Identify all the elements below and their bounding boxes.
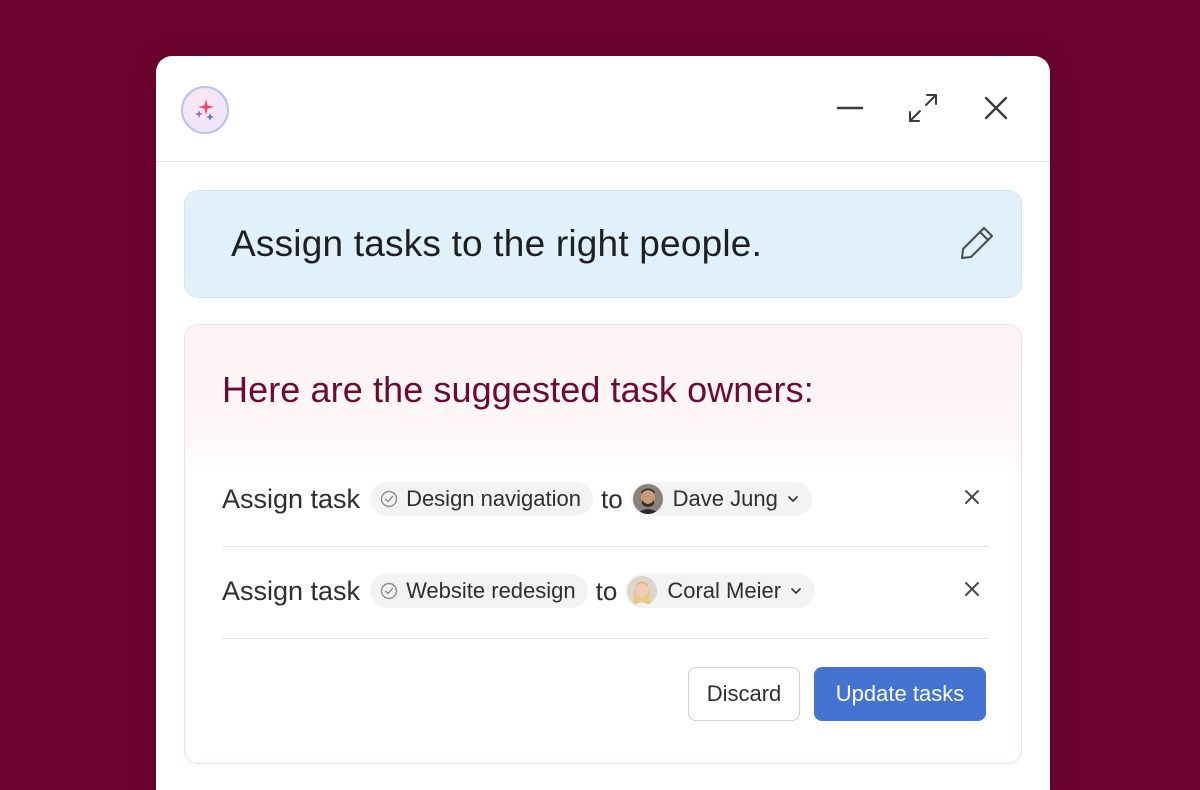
assignee-dropdown[interactable]: Coral Meier (625, 574, 816, 608)
to-label: to (600, 483, 623, 514)
suggestions-heading: Here are the suggested task owners: (222, 369, 814, 410)
task-chip[interactable]: Website redesign (370, 574, 588, 608)
discard-button[interactable]: Discard (688, 667, 800, 721)
chevron-down-icon (789, 584, 803, 598)
close-button[interactable] (976, 90, 1016, 130)
pencil-icon (957, 223, 997, 268)
task-name: Design navigation (406, 486, 581, 511)
avatar (627, 576, 658, 606)
assignment-row: Assign task Design navigation to Dave Ju… (222, 455, 988, 547)
minimize-button[interactable] (830, 90, 870, 130)
close-icon (981, 93, 1011, 128)
task-name: Website redesign (406, 578, 576, 603)
assignee-dropdown[interactable]: Dave Jung (630, 482, 812, 516)
to-label: to (595, 575, 618, 606)
expand-icon (906, 91, 940, 130)
task-chip[interactable]: Design navigation (370, 482, 593, 516)
sparkles-icon (181, 86, 229, 134)
suggestions-card: Here are the suggested task owners: Assi… (184, 324, 1022, 764)
prompt-text: Assign tasks to the right people. (231, 223, 763, 264)
update-tasks-button[interactable]: Update tasks (814, 667, 986, 721)
assignment-row: Assign task Website redesign to Coral Me… (222, 547, 988, 639)
check-circle-icon (380, 490, 398, 508)
assignee-name: Dave Jung (672, 486, 778, 511)
remove-suggestion-button[interactable] (956, 483, 988, 515)
assign-task-label: Assign task (222, 575, 361, 606)
close-icon (963, 488, 981, 511)
assignee-name: Coral Meier (667, 578, 782, 603)
expand-button[interactable] (903, 90, 943, 130)
assign-task-label: Assign task (222, 483, 361, 514)
edit-prompt-button[interactable] (955, 223, 999, 267)
remove-suggestion-button[interactable] (956, 575, 988, 607)
check-circle-icon (380, 582, 398, 600)
ai-assistant-window: Assign tasks to the right people. Here a… (156, 56, 1050, 790)
prompt-box: Assign tasks to the right people. (184, 190, 1022, 298)
close-icon (963, 580, 981, 603)
chevron-down-icon (786, 492, 800, 506)
avatar (632, 484, 663, 514)
window-titlebar (156, 56, 1050, 162)
minimize-icon (835, 93, 865, 128)
